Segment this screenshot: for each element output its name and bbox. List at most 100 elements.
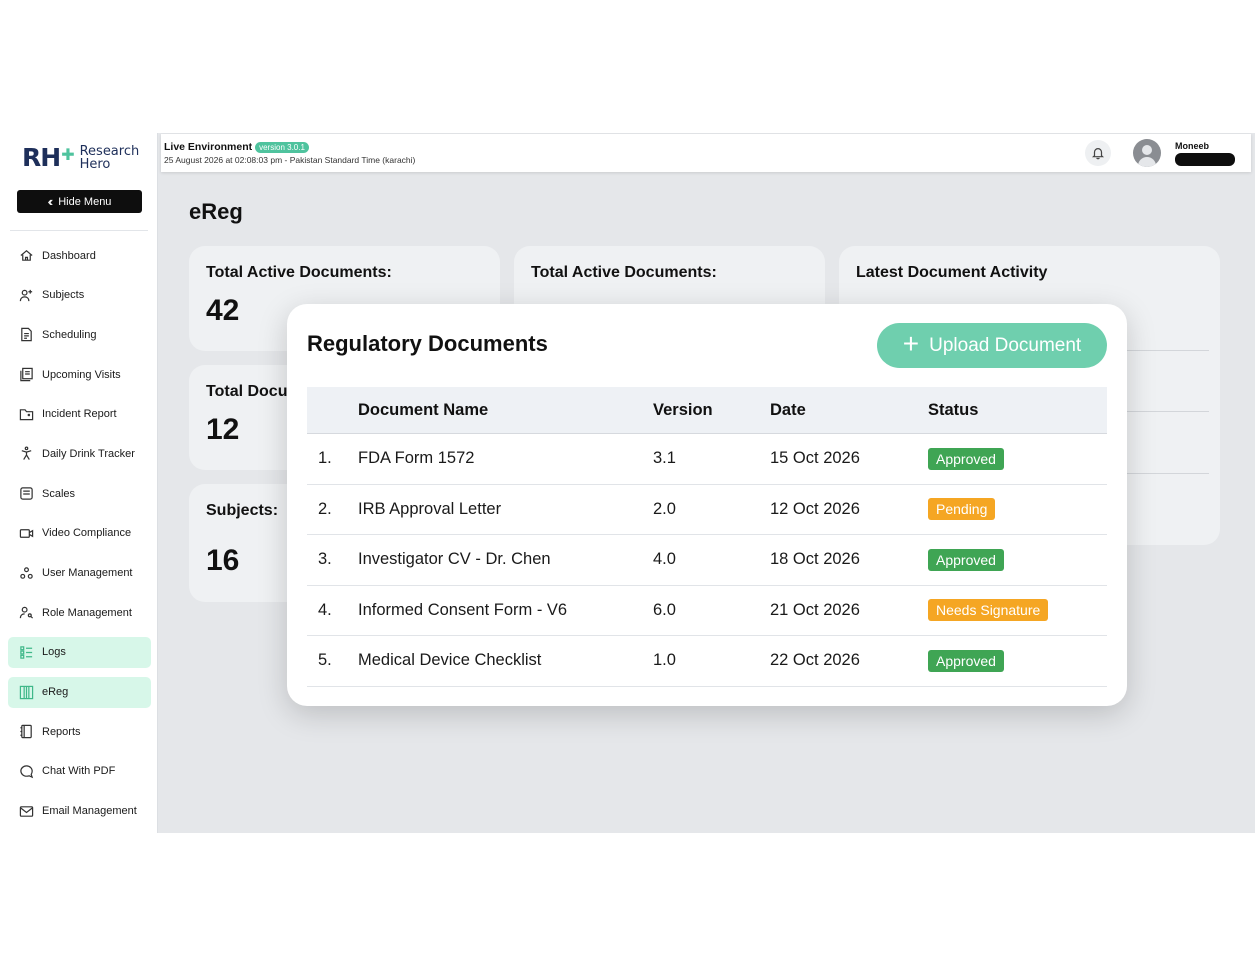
sidebar-nav: Dashboard Subjects Scheduling Upcoming Visi… [8,240,151,833]
folder-icon [18,406,34,422]
video-icon [18,525,34,541]
logo[interactable]: RH✚ Research Hero [22,143,139,172]
row-number: 2. [318,499,332,518]
sidebar-item-label: Logs [42,646,66,659]
sidebar-item-label: Role Management [42,606,132,619]
document-name[interactable]: IRB Approval Letter [358,500,653,519]
sidebar-item-label: Email Management [42,805,137,818]
avatar[interactable] [1133,139,1161,167]
upload-document-button[interactable]: + Upload Document [877,323,1107,368]
document-name[interactable]: Informed Consent Form - V6 [358,601,653,620]
document-name[interactable]: Investigator CV - Dr. Chen [358,550,653,569]
sidebar-item-label: Daily Drink Tracker [42,447,135,460]
user-key-icon [18,605,34,621]
document-name[interactable]: Medical Device Checklist [358,651,653,670]
sidebar-item-incident-report[interactable]: Incident Report [8,399,151,430]
scale-icon [18,486,34,502]
bell-icon [1091,148,1105,160]
chat-icon [18,763,34,779]
sidebar-item-daily-drink-tracker[interactable]: Daily Drink Tracker [8,438,151,469]
person-icon [18,446,34,462]
sidebar-item-subjects[interactable]: Subjects [8,280,151,311]
document-version: 1.0 [653,651,676,670]
double-chevron-left-icon: ‹‹ [47,194,53,209]
sidebar-item-scales[interactable]: Scales [8,478,151,509]
table-row[interactable]: 5. Medical Device Checklist 1.0 22 Oct 2026… [307,636,1107,687]
table-header: Document Name Version Date Status [307,387,1107,434]
modal-title: Regulatory Documents [307,331,548,356]
sidebar-item-ereg[interactable]: eReg [8,676,151,708]
sidebar-item-scheduling[interactable]: Scheduling [8,319,151,350]
table-row[interactable]: 1. FDA Form 1572 3.1 15 Oct 2026 Approved [307,434,1107,485]
header-version[interactable]: Version [653,401,770,420]
plus-icon: + [902,328,920,359]
document-date: 21 Oct 2026 [770,600,860,619]
sidebar-item-upcoming-visits[interactable]: Upcoming Visits [8,359,151,390]
documents-table: Document Name Version Date Status 1. FDA … [307,387,1107,687]
sidebar-item-video-compliance[interactable]: Video Compliance [8,518,151,549]
version-badge: version 3.0.1 [255,141,309,153]
status-badge: Pending [928,498,996,521]
sidebar-item-label: Dashboard [42,249,96,262]
sidebar-item-label: Scales [42,487,76,500]
sidebar-item-label: Upcoming Visits [42,368,121,381]
sidebar-item-label: Reports [42,725,81,738]
document-version: 4.0 [653,550,676,569]
app-window: RH✚ Research Hero ‹‹ Hide Menu Dashboard… [0,133,1255,833]
status-badge: Needs Signature [928,599,1049,622]
status-badge: Approved [928,447,1004,470]
columns-icon [18,684,34,700]
hide-menu-button[interactable]: ‹‹ Hide Menu [17,190,142,213]
notification-button[interactable] [1085,140,1111,166]
sidebar-item-label: eReg [42,686,69,699]
table-body: 1. FDA Form 1572 3.1 15 Oct 2026 Approved 2. I… [307,434,1107,687]
document-version: 3.1 [653,449,676,468]
document-date: 22 Oct 2026 [770,651,860,670]
sidebar-item-dashboard[interactable]: Dashboard [8,240,151,271]
sidebar-item-label: Chat With PDF [42,765,116,778]
document-name[interactable]: FDA Form 1572 [358,449,653,468]
header-document-name[interactable]: Document Name [358,401,653,420]
page-title: eReg [189,199,243,224]
sidebar-item-email-management[interactable]: Email Management [8,796,151,827]
status-badge: Approved [928,649,1004,672]
book-icon [18,724,34,740]
sidebar-item-user-management[interactable]: User Management [8,558,151,589]
document-version: 2.0 [653,499,676,518]
sidebar-item-chat-with-pdf[interactable]: Chat With PDF [8,756,151,787]
sidebar-item-label: Video Compliance [42,527,132,540]
logo-text: Research Hero [79,143,140,172]
row-number: 3. [318,550,332,569]
users-icon [18,565,34,581]
stack-icon [18,367,34,383]
row-number: 4. [318,600,332,619]
top-bar: Live Environment version 3.0.1 25 August… [161,134,1251,172]
sidebar-item-logs[interactable]: Logs [8,636,151,668]
logo-mark: RH✚ [22,143,75,172]
sidebar-divider [10,230,148,231]
document-date: 15 Oct 2026 [770,449,860,468]
sidebar-item-label: Subjects [42,289,85,302]
regulatory-documents-modal: Regulatory Documents + Upload Document D… [287,304,1127,706]
table-row[interactable]: 2. IRB Approval Letter 2.0 12 Oct 2026 Pendi… [307,485,1107,535]
environment-label: Live Environment version 3.0.1 [164,141,309,153]
table-row[interactable]: 3. Investigator CV - Dr. Chen 4.0 18 Oct 20… [307,535,1107,586]
user-plus-icon [18,287,34,303]
sidebar-item-label: User Management [42,567,133,579]
document-version: 6.0 [653,600,676,619]
document-icon [18,327,34,343]
row-number: 5. [318,651,332,670]
sidebar-item-reports[interactable]: Reports [8,716,151,747]
row-number: 1. [318,449,332,468]
datetime-label: 25 August 2026 at 02:08:03 pm - Pakistan… [164,155,416,165]
header-status[interactable]: Status [928,401,1107,420]
header-date[interactable]: Date [770,401,928,420]
list-icon [18,644,34,660]
document-date: 12 Oct 2026 [770,499,860,518]
sidebar-item-role-management[interactable]: Role Management [8,597,151,628]
sidebar: RH✚ Research Hero ‹‹ Hide Menu Dashboard… [0,133,158,833]
username: Moneeb [1175,141,1210,151]
table-row[interactable]: 4. Informed Consent Form - V6 6.0 21 Oct 20… [307,586,1107,636]
sidebar-item-label: Incident Report [42,408,117,421]
username-redacted [1175,153,1235,166]
